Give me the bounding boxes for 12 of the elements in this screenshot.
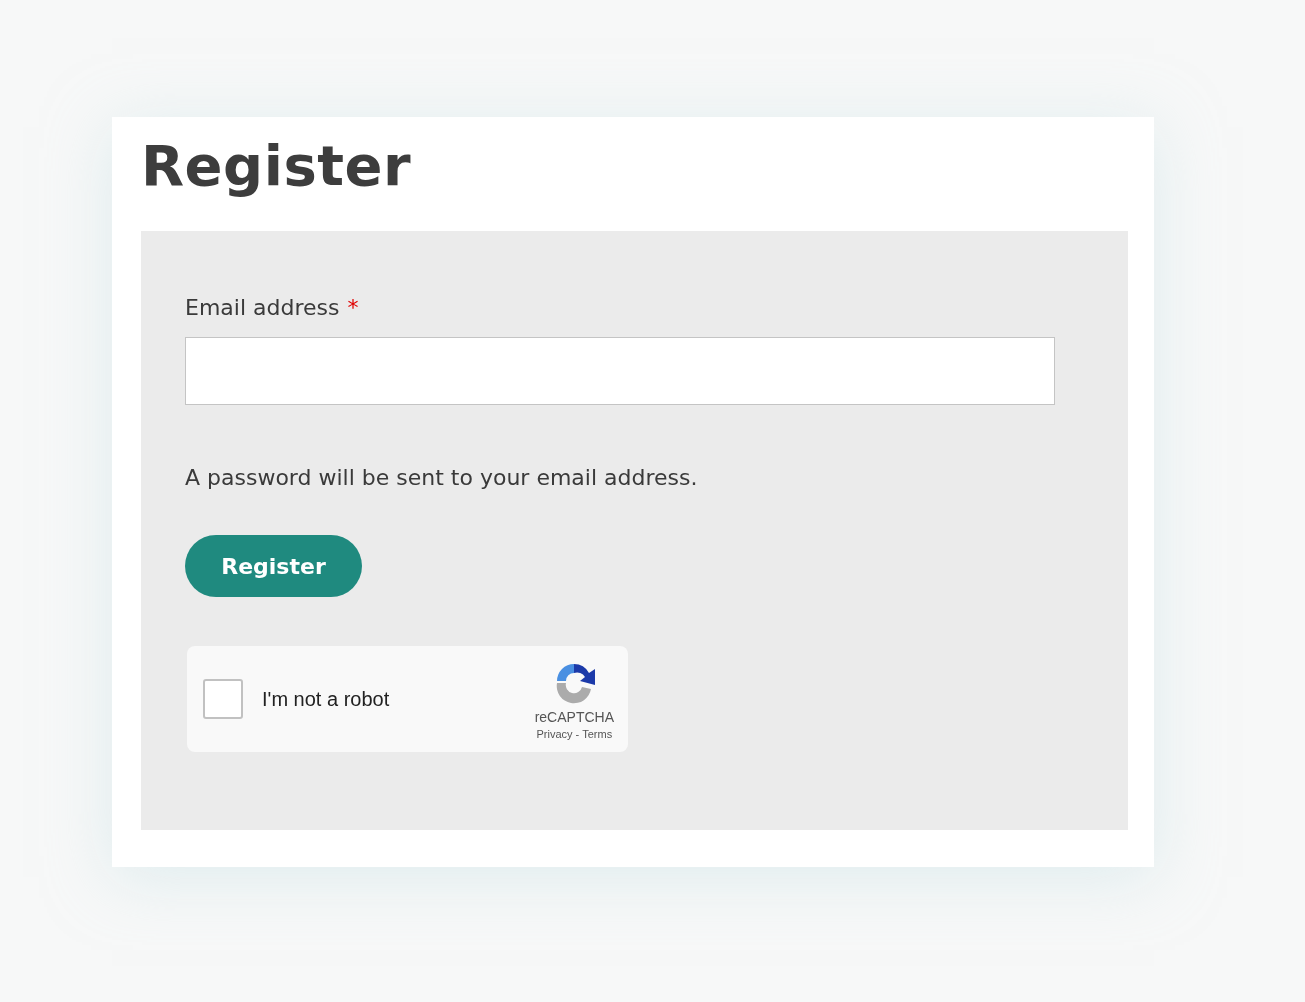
captcha-label: I'm not a robot [262, 687, 391, 711]
page-title: Register [141, 132, 413, 200]
captcha-brand: reCAPTCHA [534, 708, 614, 725]
hint-text: A password will be sent to your email address. [185, 464, 698, 492]
required-mark: * [347, 294, 359, 322]
link-separator: - [575, 727, 580, 740]
register-button[interactable]: Register [185, 535, 362, 597]
privacy-link[interactable]: Privacy [536, 727, 573, 740]
email-input-field[interactable] [185, 337, 1055, 405]
terms-link[interactable]: Terms [582, 727, 613, 740]
field-label: Email address [185, 294, 340, 322]
captcha-checkbox[interactable] [203, 679, 243, 719]
